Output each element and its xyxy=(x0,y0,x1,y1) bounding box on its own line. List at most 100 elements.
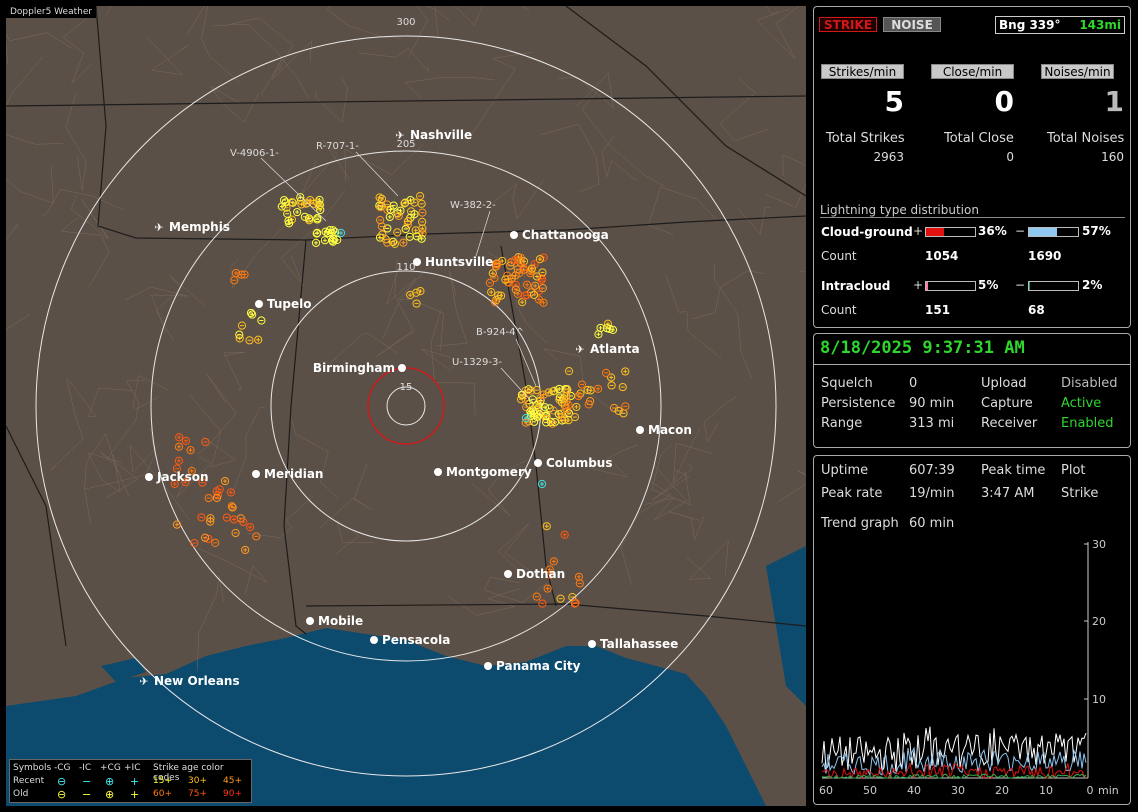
cg-pos-percent: 36% xyxy=(978,224,1007,238)
receiver-label: Receiver xyxy=(981,416,1038,431)
total-noises-label: Total Noises xyxy=(1047,131,1125,146)
lightning-map[interactable]: 300 205 110 15 ✈ Nashville ✈ Memphis Chattan… xyxy=(6,6,806,806)
peak-time-label: Peak time xyxy=(981,463,1046,478)
cg-neg-count: 1690 xyxy=(1028,249,1062,263)
city-label: Macon xyxy=(648,423,692,437)
city-dot xyxy=(306,617,314,625)
intracloud-label: Intracloud xyxy=(821,279,891,293)
distribution-title: Lightning type distribution xyxy=(820,203,1125,218)
close-per-min-label[interactable]: Close/min xyxy=(931,64,1014,79)
city-dot xyxy=(534,459,542,467)
status-panel: 8/18/2025 9:37:31 AM Squelch 0 Upload Di… xyxy=(813,333,1131,448)
city-birmingham: Birmingham xyxy=(313,361,406,375)
legend-recent-label: Recent xyxy=(13,776,45,786)
city-label: Nashville xyxy=(410,128,472,142)
city-new-orleans: ✈ New Orleans xyxy=(139,674,239,688)
city-label: Tallahassee xyxy=(600,637,678,651)
bearing-distance: 143mi xyxy=(1079,18,1121,32)
trend-y-tick-label: 30 xyxy=(1092,538,1106,551)
city-label: Atlanta xyxy=(590,342,640,356)
cg-neg-bar-fill xyxy=(1029,228,1057,236)
recent-cg-neg-icon: ⊖ xyxy=(57,775,67,788)
city-pensacola: Pensacola xyxy=(370,633,450,647)
legend-symbols-label: Symbols xyxy=(13,763,52,773)
cg-pos-sign: + xyxy=(913,224,924,238)
noises-per-min-value: 1 xyxy=(1104,85,1124,118)
airport-icon: ✈ xyxy=(139,675,148,688)
city-dot xyxy=(504,570,512,578)
ic-neg-count: 68 xyxy=(1028,303,1045,317)
trend-x-unit: min xyxy=(1098,784,1119,797)
city-label: Memphis xyxy=(169,220,230,234)
ic-neg-bar xyxy=(1028,281,1079,291)
noises-per-min-label[interactable]: Noises/min xyxy=(1041,64,1114,79)
bearing-label: Bng 339° xyxy=(999,18,1061,32)
upload-value: Disabled xyxy=(1061,376,1118,391)
peak-time-value: 3:47 AM xyxy=(981,486,1035,501)
strikes-per-min-value: 5 xyxy=(884,85,904,118)
receiver-value: Enabled xyxy=(1061,416,1114,431)
capture-value: Active xyxy=(1061,396,1102,411)
noise-mode-button[interactable]: NOISE xyxy=(883,17,941,32)
city-label: Meridian xyxy=(264,467,323,481)
total-strikes-label: Total Strikes xyxy=(826,131,905,146)
legend-ic-neg: -IC xyxy=(79,763,92,773)
trend-x-tick-label: 0 xyxy=(1087,784,1094,797)
storm-tag: R-707-1- xyxy=(316,141,359,152)
city-label: Tupelo xyxy=(267,297,312,311)
age-90: 90+ xyxy=(223,789,242,799)
trend-x-tick-label: 60 xyxy=(819,784,833,797)
city-tallahassee: Tallahassee xyxy=(588,637,678,651)
city-label: Dothan xyxy=(516,567,565,581)
ring-label-110: 110 xyxy=(396,262,415,273)
strikes-per-min-label[interactable]: Strikes/min xyxy=(821,64,904,79)
cg-neg-bar xyxy=(1028,227,1079,237)
age-60: 60+ xyxy=(153,789,172,799)
city-label: Chattanooga xyxy=(522,228,609,242)
range-value: 313 mi xyxy=(909,416,955,431)
strike-stats-panel: STRIKE NOISE Bng 339° 143mi Strikes/min … xyxy=(813,6,1131,328)
trend-graph-value: 60 min xyxy=(909,516,955,531)
map-canvas[interactable]: 300 205 110 15 ✈ Nashville✈ MemphisChattan… xyxy=(6,6,806,806)
airport-icon: ✈ xyxy=(575,343,584,356)
city-label: New Orleans xyxy=(154,674,240,688)
total-strikes-value: 2963 xyxy=(873,150,904,164)
city-dot xyxy=(370,636,378,644)
cloud-ground-label: Cloud-ground xyxy=(821,225,913,239)
trend-graph-label: Trend graph xyxy=(821,516,899,531)
city-dot xyxy=(255,300,263,308)
legend-cg-neg: -CG xyxy=(54,763,71,773)
squelch-value: 0 xyxy=(909,376,918,391)
cg-neg-percent: 57% xyxy=(1082,224,1111,238)
trend-y-tick-label: 10 xyxy=(1092,693,1106,706)
city-chattanooga: Chattanooga xyxy=(510,228,609,242)
city-label: Pensacola xyxy=(382,633,450,647)
old-cg-pos-icon: ⊕ xyxy=(105,788,115,801)
strike-mode-button[interactable]: STRIKE xyxy=(819,17,877,32)
ic-pos-bar xyxy=(925,281,976,291)
cg-pos-bar xyxy=(925,227,976,237)
city-label: Huntsville xyxy=(425,255,493,269)
plot-label: Plot xyxy=(1061,463,1086,478)
total-close-value: 0 xyxy=(1006,150,1014,164)
ic-pos-bar-fill xyxy=(926,282,929,290)
recent-cg-pos-icon: ⊕ xyxy=(105,775,115,788)
city-label: Columbus xyxy=(546,456,613,470)
bearing-readout: Bng 339° 143mi xyxy=(995,16,1125,34)
trend-x-tick-label: 40 xyxy=(907,784,921,797)
squelch-label: Squelch xyxy=(821,376,873,391)
uptime-value: 607:39 xyxy=(909,463,955,478)
plot-value: Strike xyxy=(1061,486,1099,501)
ring-label-15: 15 xyxy=(400,382,413,393)
ic-pos-sign: + xyxy=(913,278,924,292)
range-label: Range xyxy=(821,416,863,431)
airport-icon: ✈ xyxy=(395,129,404,142)
storm-tag: U-1329-3- xyxy=(452,357,502,368)
peak-rate-label: Peak rate xyxy=(821,486,883,501)
ic-pos-percent: 5% xyxy=(978,278,999,292)
storm-tag: W-382-2- xyxy=(450,200,496,211)
age-30: 30+ xyxy=(188,776,207,786)
city-montgomery: Montgomery xyxy=(434,465,532,479)
total-noises-value: 160 xyxy=(1101,150,1124,164)
legend-cg-pos: +CG xyxy=(100,763,121,773)
